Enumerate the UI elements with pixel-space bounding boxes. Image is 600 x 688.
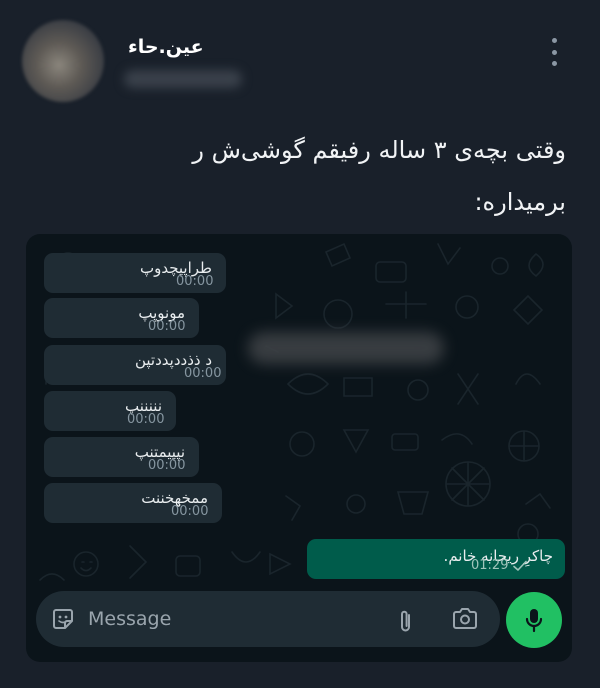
message-time: 01:29 — [471, 558, 509, 573]
mic-button[interactable] — [506, 592, 562, 648]
tweet-text-line: برمیداره: — [474, 188, 566, 216]
message-time: 00:00 — [176, 274, 214, 289]
message-time: 00:00 — [171, 504, 209, 519]
chat-screenshot: طراپپچدوپ 00:00 مونوپپ 00:00 د ذذددپددتپ… — [26, 234, 572, 662]
tweet-text-line: وقتی بچه‌ی ۳ ساله رفیقم گوشی‌ش ر — [192, 136, 566, 164]
attach-icon[interactable] — [396, 607, 414, 633]
message-time: 00:00 — [148, 319, 186, 334]
more-vertical-icon[interactable] — [546, 38, 562, 66]
message-time: 00:00 — [127, 412, 165, 427]
check-icon — [513, 560, 527, 571]
redacted-message — [248, 332, 444, 364]
incoming-message[interactable]: نپپیمتنپ 00:00 — [44, 437, 199, 477]
message-time: 00:00 — [148, 458, 186, 473]
incoming-message[interactable]: د ذذددپددتپن 00:00 — [44, 345, 226, 385]
incoming-message[interactable]: مونوپپ 00:00 — [44, 298, 199, 338]
camera-icon[interactable] — [452, 608, 478, 630]
author-handle-redacted — [124, 70, 242, 88]
tweet-text: وقتی بچه‌ی ۳ ساله رفیقم گوشی‌ش ر برمیدار… — [60, 124, 566, 228]
incoming-message[interactable]: نننننپ 00:00 — [44, 391, 176, 431]
message-composer — [36, 591, 500, 647]
mic-icon — [525, 609, 543, 633]
author-name[interactable]: عین.حاء — [128, 36, 204, 58]
incoming-message[interactable]: ممخهخننت 00:00 — [44, 483, 222, 523]
outgoing-message[interactable]: چاکرِ ریحانه خانم. 01:29 — [307, 539, 565, 579]
avatar[interactable] — [22, 20, 104, 102]
message-time: 00:00 — [184, 366, 222, 381]
message-input[interactable] — [88, 599, 358, 639]
incoming-message[interactable]: طراپپچدوپ 00:00 — [44, 253, 226, 293]
sticker-icon[interactable] — [50, 606, 76, 632]
